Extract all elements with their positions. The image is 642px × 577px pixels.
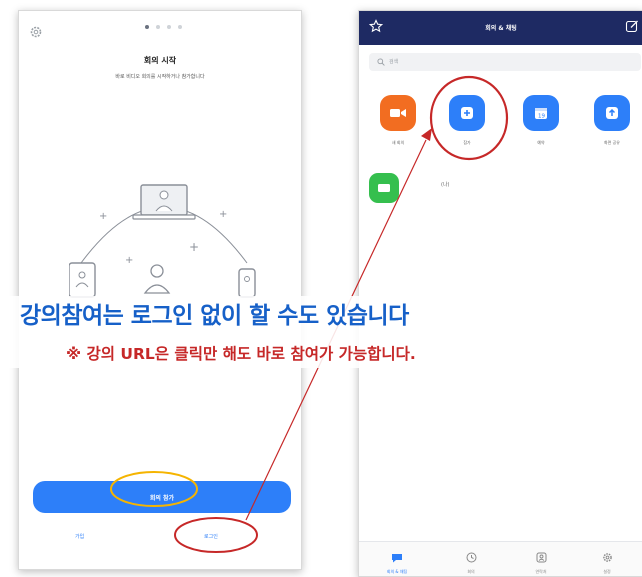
svg-text:19: 19 [538,114,545,120]
page-dot [167,25,171,29]
page-title: 회의 시작 [143,56,177,65]
svg-text:+: + [125,255,133,266]
tab-meet-chat[interactable]: 회의 & 채팅 [377,548,417,575]
action-label: 새 회의 [391,140,405,145]
schedule-button[interactable]: 19 예약 [518,95,564,146]
tab-label: 회의 [467,569,475,574]
clock-icon [466,552,476,563]
personal-meeting-label: (나) [441,182,450,188]
app-header: 회의 & 채팅 [359,11,642,45]
left-phone-screen: 회의 시작 바로 비디오 회의를 시작하거나 참가합니다 + + + + 회의 … [18,10,302,570]
chat-bubble-icon [392,554,402,563]
join-meeting-button[interactable]: 회의 참가 [33,481,291,513]
svg-text:+: + [219,209,227,220]
video-camera-icon [380,95,416,131]
signup-link[interactable]: 가입 [75,533,84,540]
page-indicator [145,25,182,29]
page-dot-active [145,25,149,29]
search-icon [377,58,385,66]
page-subtitle: 바로 비디오 회의를 시작하거나 참가합니다 [115,74,205,80]
gear-icon [602,553,612,562]
caption-note: ※ 강의 URL은 클릭만 해도 바로 참여가 가능합니다. [66,345,416,363]
tab-label: 설정 [603,569,611,574]
search-input[interactable]: 검색 [369,53,641,71]
share-screen-button[interactable]: 화면 공유 [589,95,635,146]
tab-settings[interactable]: 설정 [587,548,627,575]
gear-icon[interactable] [29,25,43,39]
login-link[interactable]: 로그인 [204,533,218,540]
edit-icon[interactable] [625,19,639,33]
calendar-icon: 19 [523,95,559,131]
meeting-illustration: + + + + [69,184,256,298]
bottom-tab-bar: 회의 & 채팅 회의 연락처 설정 [359,541,642,576]
contact-icon [536,552,546,563]
tab-contacts[interactable]: 연락처 [521,548,561,575]
page-dot [156,25,160,29]
tab-label: 회의 & 채팅 [386,569,408,574]
header-title: 회의 & 채팅 [485,25,517,32]
right-phone-screen: 회의 & 채팅 검색 새 회의 참가 19 예약 화면 공유 (나) 회의 & … [358,10,642,577]
tab-meetings[interactable]: 회의 [451,548,491,575]
personal-meeting-id-icon[interactable] [369,173,399,203]
share-screen-icon [594,95,630,131]
join-button[interactable]: 참가 [444,95,490,146]
new-meeting-button[interactable]: 새 회의 [375,95,421,146]
plus-icon [449,95,485,131]
caption-headline: 강의참여는 로그인 없이 할 수도 있습니다 [20,303,409,329]
action-label: 화면 공유 [604,140,620,145]
page-dot [178,25,182,29]
action-label: 참가 [463,140,471,145]
tab-label: 연락처 [535,569,547,574]
svg-text:+: + [99,211,107,222]
svg-text:+: + [189,240,199,254]
action-label: 예약 [537,140,545,145]
search-placeholder: 검색 [389,59,399,65]
